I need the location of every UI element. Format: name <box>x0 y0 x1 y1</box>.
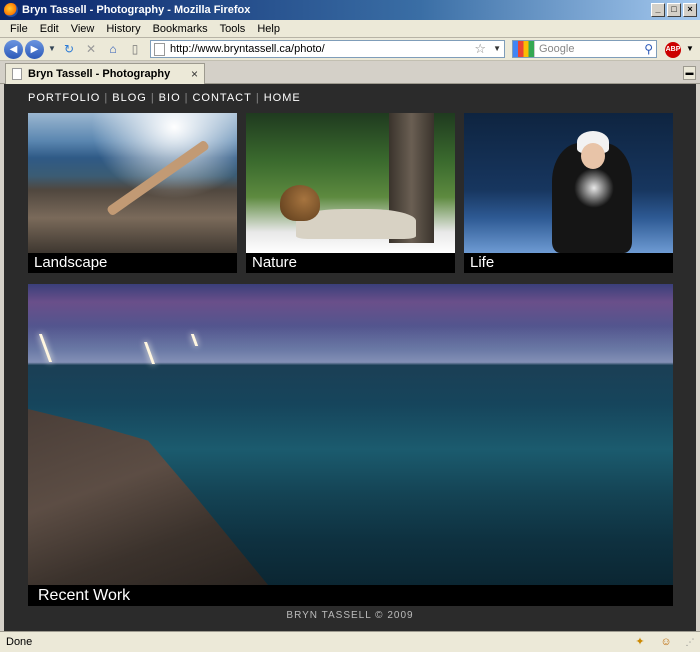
menu-help[interactable]: Help <box>251 23 286 35</box>
tab-bryn-tassell-photography[interactable]: Bryn Tassell - Photography × <box>5 63 205 84</box>
close-window-button[interactable]: × <box>683 3 697 17</box>
nav-home[interactable]: HOME <box>264 92 301 104</box>
site-navigation: PORTFOLIO | BLOG | BIO | CONTACT | HOME <box>28 92 301 104</box>
search-bar[interactable]: Google ⚲ <box>512 40 657 58</box>
menu-history[interactable]: History <box>100 23 146 35</box>
window-title: Bryn Tassell - Photography - Mozilla Fir… <box>22 4 251 16</box>
nav-separator: | <box>184 92 189 104</box>
menu-edit[interactable]: Edit <box>34 23 65 35</box>
minimize-button[interactable]: _ <box>651 3 665 17</box>
tab-title: Bryn Tassell - Photography <box>28 68 171 80</box>
gallery-caption[interactable]: Life <box>464 253 673 273</box>
menu-view[interactable]: View <box>65 23 101 35</box>
smiley-icon[interactable]: ☺ <box>658 635 674 650</box>
status-text: Done <box>6 636 33 648</box>
google-engine-icon[interactable] <box>513 41 535 57</box>
nav-separator: | <box>150 92 155 104</box>
gallery-landscape[interactable]: Landscape <box>28 113 237 273</box>
menu-bookmarks[interactable]: Bookmarks <box>147 23 214 35</box>
menu-bar: File Edit View History Bookmarks Tools H… <box>0 20 700 38</box>
status-bar: Done ✦ ☺ ⋰ <box>0 631 700 652</box>
window-controls: _ □ × <box>651 3 697 17</box>
resize-grip-icon[interactable]: ⋰ <box>682 635 698 650</box>
back-icon[interactable]: ◀ <box>4 39 23 59</box>
forward-icon[interactable]: ▶ <box>25 39 44 59</box>
page-content: PORTFOLIO | BLOG | BIO | CONTACT | HOME … <box>4 84 696 631</box>
home-icon[interactable]: ⌂ <box>104 40 122 58</box>
url-dropdown-icon[interactable]: ▼ <box>493 41 501 57</box>
adblock-icon[interactable]: ABP <box>665 42 681 58</box>
nav-separator: | <box>255 92 260 104</box>
page-icon: ▯ <box>131 42 139 56</box>
site-footer: BRYN TASSELL © 2009 <box>286 610 414 621</box>
menu-tools[interactable]: Tools <box>214 23 252 35</box>
gallery-nature[interactable]: Nature <box>246 113 455 273</box>
tab-strip: Bryn Tassell - Photography × ▬ <box>0 61 700 84</box>
search-icon[interactable]: ⚲ <box>644 41 653 57</box>
history-dropdown-icon[interactable]: ▼ <box>48 40 56 58</box>
gallery-caption[interactable]: Landscape <box>28 253 237 273</box>
nav-portfolio[interactable]: PORTFOLIO <box>28 92 100 104</box>
gallery-life[interactable]: Life <box>464 113 673 273</box>
bookmark-star-icon[interactable]: ☆ <box>474 41 486 57</box>
url-bar[interactable]: http://www.bryntassell.ca/photo/ ☆ ▼ <box>150 40 505 58</box>
url-text[interactable]: http://www.bryntassell.ca/photo/ <box>170 43 325 55</box>
tab-list-icon[interactable]: ▬ <box>683 66 696 80</box>
nav-bio[interactable]: BIO <box>159 92 181 104</box>
face-shape <box>581 143 605 169</box>
nav-blog[interactable]: BLOG <box>112 92 147 104</box>
tab-page-icon <box>12 68 22 80</box>
maximize-button[interactable]: □ <box>667 3 681 17</box>
reload-icon[interactable]: ↻ <box>60 40 78 58</box>
window-title-bar[interactable]: Bryn Tassell - Photography - Mozilla Fir… <box>0 0 700 20</box>
navigation-toolbar: ◀ ▶ ▼ ↻ ✕ ⌂ ▯ http://www.bryntassell.ca/… <box>0 38 700 61</box>
gallery-caption[interactable]: Nature <box>246 253 455 273</box>
extension-icon[interactable]: ✦ <box>632 635 648 650</box>
firefox-icon <box>4 3 18 17</box>
stop-icon[interactable]: ✕ <box>82 40 100 58</box>
gallery-caption[interactable]: Recent Work <box>28 585 673 606</box>
close-tab-icon[interactable]: × <box>191 67 198 81</box>
marmot-shape <box>280 185 320 221</box>
nav-separator: | <box>104 92 109 104</box>
adblock-dropdown-icon[interactable]: ▼ <box>686 44 694 53</box>
search-placeholder[interactable]: Google <box>539 43 574 55</box>
gallery-recent-work[interactable]: Recent Work <box>28 284 673 606</box>
snow-burst-shape <box>574 168 614 208</box>
menu-file[interactable]: File <box>4 23 34 35</box>
site-favicon-icon <box>154 42 165 56</box>
nav-contact[interactable]: CONTACT <box>192 92 251 104</box>
landscape-photo[interactable] <box>28 113 237 253</box>
